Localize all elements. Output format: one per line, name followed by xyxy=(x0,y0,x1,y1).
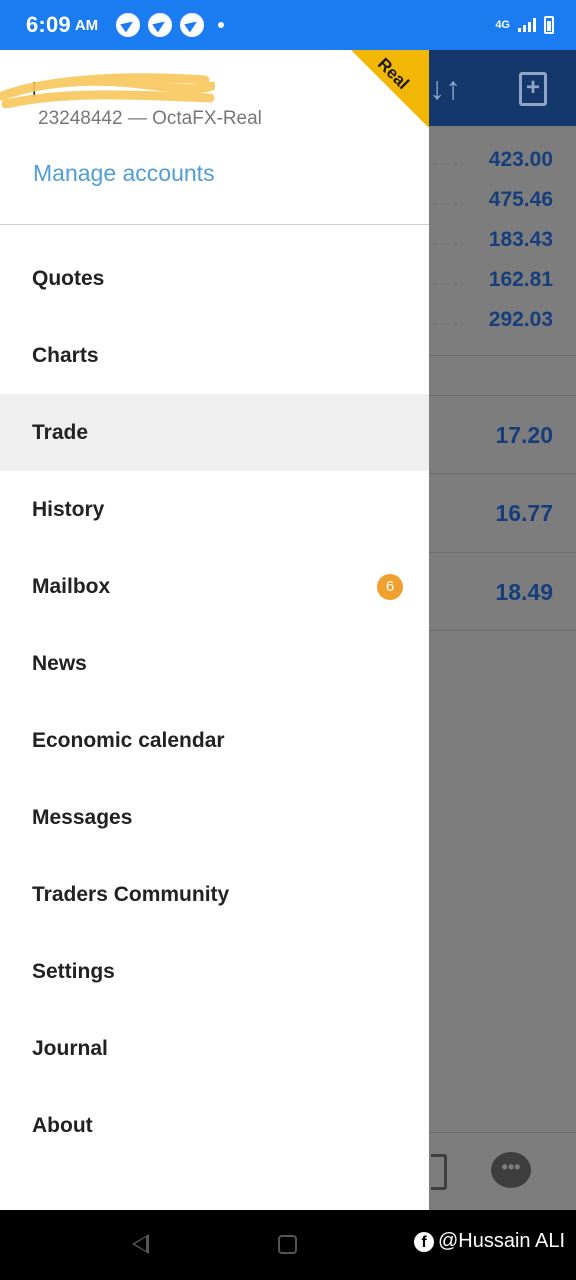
menu-item-quotes[interactable]: Quotes xyxy=(0,240,429,317)
system-indicators: 4G xyxy=(495,16,554,34)
watermark-text: @Hussain ALI xyxy=(438,1230,566,1252)
position-price: 18.49 xyxy=(495,579,553,605)
menu-item-label: Trade xyxy=(32,420,89,444)
menu-item-label: Traders Community xyxy=(32,882,230,906)
quote-value: 423.00 xyxy=(488,148,553,171)
divider xyxy=(429,395,576,396)
background-bottom-bar: ••• xyxy=(429,1132,576,1210)
chat-icon: ••• xyxy=(491,1152,531,1188)
document-icon xyxy=(431,1154,447,1190)
menu-item-journal[interactable]: Journal xyxy=(0,1010,429,1087)
menu-item-news[interactable]: News xyxy=(0,625,429,702)
menu-item-charts[interactable]: Charts xyxy=(0,317,429,394)
menu-item-about[interactable]: About xyxy=(0,1087,429,1164)
menu-item-label: Quotes xyxy=(32,266,105,290)
divider xyxy=(429,355,576,356)
divider xyxy=(429,473,576,474)
position-price: 16.77 xyxy=(495,500,553,526)
facebook-icon: f xyxy=(414,1231,434,1252)
menu-item-traders-community[interactable]: Traders Community xyxy=(0,856,429,933)
drawer-menu: Quotes Charts Trade History Mailbox 6 Ne… xyxy=(0,240,429,1164)
menu-item-label: About xyxy=(32,1113,93,1137)
quote-value: 475.46 xyxy=(488,188,553,211)
telegram-icon xyxy=(116,13,141,37)
add-symbol-icon: + xyxy=(519,72,547,106)
menu-item-label: News xyxy=(32,651,87,675)
menu-item-mailbox[interactable]: Mailbox 6 xyxy=(0,548,429,625)
system-navigation-bar: f @Hussain ALI xyxy=(0,1210,576,1280)
menu-item-settings[interactable]: Settings xyxy=(0,933,429,1010)
quote-value: 183.43 xyxy=(488,228,553,251)
status-bar: 6:09 AM 4G xyxy=(0,0,576,50)
divider xyxy=(429,630,576,631)
watermark: f @Hussain ALI xyxy=(414,1230,565,1253)
background-toolbar: ↓↑ + xyxy=(429,50,576,126)
real-account-ribbon: Real xyxy=(351,50,429,128)
menu-item-label: Messages xyxy=(32,805,133,829)
manage-accounts-link[interactable]: Manage accounts xyxy=(33,160,215,187)
network-type-label: 4G xyxy=(495,19,510,31)
menu-item-history[interactable]: History xyxy=(0,471,429,548)
home-icon[interactable] xyxy=(278,1235,297,1254)
quote-value: 162.81 xyxy=(488,268,553,291)
status-time: 6:09 xyxy=(26,12,71,37)
unread-count-badge: 6 xyxy=(377,574,403,600)
battery-icon xyxy=(544,16,554,34)
signal-icon xyxy=(518,18,536,32)
background-app: ↓↑ + ... 423.00 ... 475.46 ... 183.43 ..… xyxy=(429,50,576,1210)
menu-item-messages[interactable]: Messages xyxy=(0,779,429,856)
account-header: l 23248442 — OctaFX-Real Manage accounts… xyxy=(0,50,429,225)
menu-item-label: Charts xyxy=(32,343,99,367)
divider xyxy=(429,552,576,553)
redaction-scribble xyxy=(0,73,215,108)
back-icon[interactable] xyxy=(132,1234,149,1254)
telegram-icon xyxy=(180,13,205,37)
menu-item-label: Settings xyxy=(32,959,115,983)
status-ampm: AM xyxy=(74,16,99,34)
sort-icon: ↓↑ xyxy=(429,70,461,106)
menu-item-label: Economic calendar xyxy=(32,728,225,752)
more-notifications-dot-icon xyxy=(218,22,225,28)
menu-item-label: Mailbox xyxy=(32,574,111,598)
menu-item-label: History xyxy=(32,497,105,521)
navigation-drawer: l 23248442 — OctaFX-Real Manage accounts… xyxy=(0,50,429,1210)
menu-item-trade[interactable]: Trade xyxy=(0,394,429,471)
account-number: 23248442 — OctaFX-Real xyxy=(38,108,262,129)
quote-value: 292.03 xyxy=(488,308,553,331)
telegram-icon xyxy=(148,13,173,37)
position-price: 17.20 xyxy=(495,422,553,448)
menu-item-economic-calendar[interactable]: Economic calendar xyxy=(0,702,429,779)
notification-icons xyxy=(116,13,205,37)
menu-item-label: Journal xyxy=(32,1036,108,1060)
